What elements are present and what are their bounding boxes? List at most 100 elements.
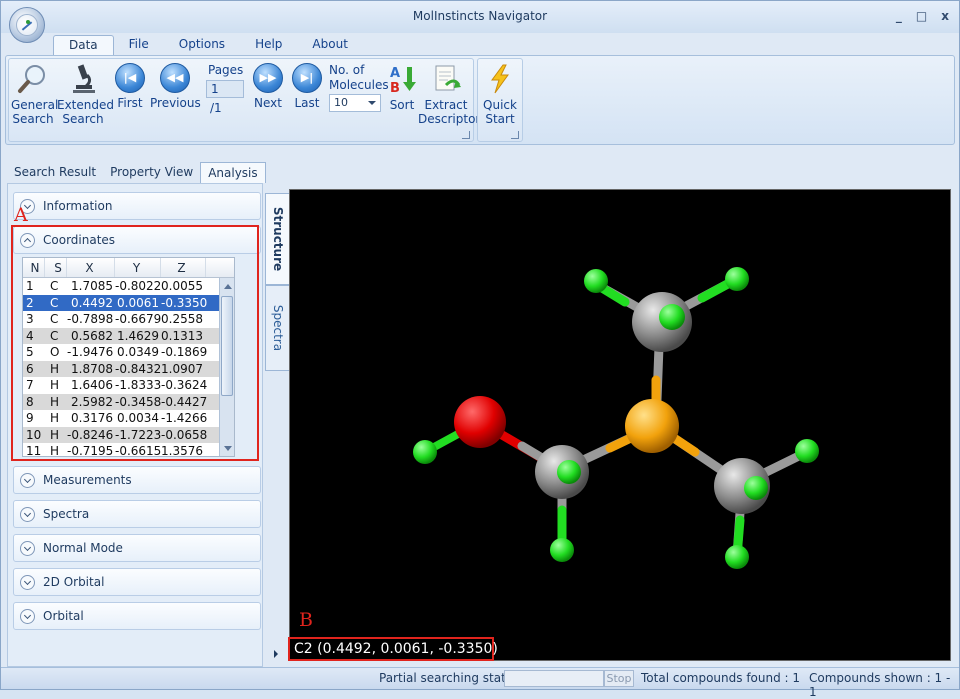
last-button[interactable]: ▶| Last bbox=[290, 63, 324, 110]
atom-hydrogen[interactable] bbox=[584, 269, 608, 293]
table-cell: C bbox=[50, 312, 59, 326]
table-row[interactable]: 6 H 1.8708 -0.8432 1.0907 bbox=[23, 360, 234, 377]
table-row[interactable]: 2 C 0.4492 0.0061 -0.3350 bbox=[23, 294, 234, 311]
tab-structure[interactable]: Structure bbox=[265, 193, 289, 285]
table-row[interactable]: 7 H 1.6406 -1.8333 -0.3624 bbox=[23, 377, 234, 394]
chevron-down-icon bbox=[20, 575, 35, 590]
ribbon-group-quickstart: Quick Start bbox=[477, 58, 523, 142]
stop-button[interactable]: Stop bbox=[604, 670, 634, 687]
table-row[interactable]: 9 H 0.3176 0.0034 -1.4266 bbox=[23, 410, 234, 427]
left-panel-tabs: Search Result Property View Analysis bbox=[7, 162, 266, 183]
restore-button[interactable]: □ bbox=[916, 9, 927, 23]
atom-hydrogen[interactable] bbox=[557, 460, 581, 484]
document-extract-icon bbox=[435, 65, 461, 91]
chevron-down-icon bbox=[20, 507, 35, 522]
title-bar: MolInstincts Navigator _ □ x bbox=[1, 1, 959, 33]
minimize-button[interactable]: _ bbox=[896, 9, 902, 23]
tab-help[interactable]: Help bbox=[240, 35, 297, 55]
tab-analysis[interactable]: Analysis bbox=[200, 162, 266, 183]
chevron-down-icon bbox=[368, 101, 376, 105]
tab-options[interactable]: Options bbox=[164, 35, 240, 55]
window-title: MolInstincts Navigator bbox=[412, 9, 548, 23]
svg-text:B: B bbox=[390, 81, 400, 95]
scroll-thumb[interactable] bbox=[221, 296, 233, 396]
sort-button[interactable]: A B Sort bbox=[385, 63, 419, 112]
page-number-input[interactable]: 1 bbox=[206, 80, 244, 98]
atom-sulfur[interactable] bbox=[625, 399, 679, 453]
table-scrollbar[interactable] bbox=[219, 278, 234, 456]
table-row[interactable]: 4 C 0.5682 1.4629 0.1313 bbox=[23, 327, 234, 344]
molecules-label: No. of Molecules bbox=[329, 63, 389, 92]
table-cell: 0.0061 bbox=[117, 295, 159, 310]
pages-label: Pages bbox=[208, 63, 244, 77]
chevron-down-icon bbox=[20, 609, 35, 624]
sort-icon: A B bbox=[390, 66, 416, 95]
accordion-orbital[interactable]: Orbital bbox=[13, 602, 261, 630]
partial-search-progress bbox=[504, 670, 604, 687]
tab-spectra[interactable]: Spectra bbox=[265, 285, 289, 371]
app-window: MolInstincts Navigator _ □ x Data File O… bbox=[0, 0, 960, 699]
table-cell: 3 bbox=[26, 312, 34, 326]
general-search-button[interactable]: General Search bbox=[11, 63, 58, 126]
tab-data[interactable]: Data bbox=[53, 35, 114, 55]
ribbon: General Search Extended Search |◀ First … bbox=[5, 55, 955, 145]
table-row[interactable]: 8 H 2.5982 -0.3458 -0.4427 bbox=[23, 393, 234, 410]
column-header-y[interactable]: Y bbox=[115, 258, 161, 277]
table-cell: 0.4492 bbox=[71, 295, 113, 310]
atom-hydrogen[interactable] bbox=[744, 476, 768, 500]
table-row[interactable]: 3 C -0.7898 -0.6679 0.2558 bbox=[23, 311, 234, 328]
molecules-per-page-select[interactable]: 10 bbox=[329, 94, 381, 112]
annotation-label-b: B bbox=[299, 609, 313, 631]
atom-hydrogen[interactable] bbox=[550, 538, 574, 562]
compounds-shown: Compounds shown : 1 - 1 bbox=[809, 671, 951, 699]
accordion-2d-orbital[interactable]: 2D Orbital bbox=[13, 568, 261, 596]
table-row[interactable]: 1 C 1.7085 -0.8022 0.0055 bbox=[23, 278, 234, 295]
table-row[interactable]: 5 O -1.9476 0.0349 -0.1869 bbox=[23, 344, 234, 361]
scroll-down-icon[interactable] bbox=[224, 446, 232, 451]
atom-hydrogen[interactable] bbox=[413, 440, 437, 464]
column-header-z[interactable]: Z bbox=[161, 258, 206, 277]
first-button[interactable]: |◀ First bbox=[112, 63, 148, 110]
tab-search-result[interactable]: Search Result bbox=[7, 162, 103, 183]
app-orb-button[interactable] bbox=[9, 7, 45, 43]
table-cell: -0.8246 bbox=[67, 427, 114, 442]
atom-hydrogen[interactable] bbox=[795, 439, 819, 463]
group-launcher-icon[interactable] bbox=[511, 131, 519, 139]
table-cell: H bbox=[50, 394, 60, 409]
accordion-spectra[interactable]: Spectra bbox=[13, 500, 261, 528]
quick-start-button[interactable]: Quick Start bbox=[482, 63, 518, 126]
table-cell: -0.7898 bbox=[67, 312, 114, 326]
scroll-up-icon[interactable] bbox=[224, 284, 232, 289]
extended-search-button[interactable]: Extended Search bbox=[57, 63, 114, 126]
table-cell: 8 bbox=[26, 394, 34, 409]
accordion-measurements[interactable]: Measurements bbox=[13, 466, 261, 494]
table-cell: -0.7195 bbox=[67, 444, 114, 457]
coordinates-table[interactable]: N S X Y Z 1 C 1.7085 -0.8022 0.0055 2 C 0.4492 0… bbox=[22, 257, 235, 457]
expand-arrow-icon[interactable] bbox=[274, 650, 278, 658]
atom-hydrogen[interactable] bbox=[725, 545, 749, 569]
table-cell: -0.1869 bbox=[161, 345, 208, 359]
atom-hydrogen[interactable] bbox=[725, 267, 749, 291]
tab-about[interactable]: About bbox=[297, 35, 362, 55]
column-header-n[interactable]: N bbox=[23, 258, 45, 277]
table-cell: C bbox=[50, 295, 59, 310]
table-cell: 4 bbox=[26, 328, 34, 343]
tab-property-view[interactable]: Property View bbox=[103, 162, 200, 183]
close-button[interactable]: x bbox=[941, 9, 949, 23]
accordion-normal-mode[interactable]: Normal Mode bbox=[13, 534, 261, 562]
column-header-s[interactable]: S bbox=[45, 258, 67, 277]
tab-file[interactable]: File bbox=[114, 35, 164, 55]
menu-tabs: Data File Options Help About bbox=[53, 35, 363, 55]
previous-button[interactable]: ◀◀ Previous bbox=[150, 63, 201, 110]
group-launcher-icon[interactable] bbox=[462, 131, 470, 139]
accordion-information[interactable]: Information bbox=[13, 192, 261, 220]
column-header-x[interactable]: X bbox=[67, 258, 115, 277]
extract-descriptor-button[interactable]: Extract Descriptor bbox=[418, 63, 480, 126]
table-row[interactable]: 10 H -0.8246 -1.7223 -0.0658 bbox=[23, 426, 234, 443]
magnifier-icon bbox=[18, 65, 45, 93]
next-button[interactable]: ▶▶ Next bbox=[251, 63, 285, 110]
molecule-viewer[interactable] bbox=[289, 189, 951, 661]
atom-hydrogen[interactable] bbox=[659, 304, 685, 330]
table-row[interactable]: 11 H -0.7195 -0.6615 1.3576 bbox=[23, 443, 234, 457]
atom-oxygen[interactable] bbox=[454, 396, 506, 448]
